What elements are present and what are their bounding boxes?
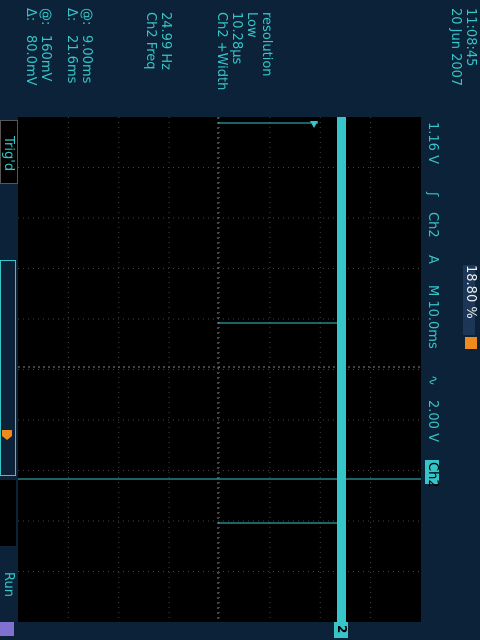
trigger-position-badge-icon xyxy=(465,337,477,349)
trigger-status: Trig'd xyxy=(1,136,16,172)
waveform-display[interactable] xyxy=(18,117,421,622)
record-overview xyxy=(0,260,16,476)
width-note-2: resolution xyxy=(259,12,274,77)
at-v: 160mV xyxy=(38,35,53,82)
trigger-position: 18.80 % xyxy=(463,265,478,319)
graticule xyxy=(18,117,421,622)
delta-v-symbol: Δ: xyxy=(23,8,38,22)
trigger-channel: Ch2 xyxy=(425,212,440,238)
trigger-level-arrow-icon xyxy=(310,121,318,128)
time: 11:08:45 xyxy=(463,8,478,67)
overview-window xyxy=(0,480,16,546)
width-label: Ch2 +Width xyxy=(214,12,229,91)
trigger-mode: A xyxy=(425,255,440,264)
timebase: M 10.0ms xyxy=(425,285,440,349)
at-v-symbol: @: xyxy=(38,8,53,26)
width-value: 10.28µs xyxy=(229,12,244,65)
volts-per-div: 2.00 V xyxy=(425,400,440,442)
acquire-indicator xyxy=(0,622,14,636)
delta-t: 21.6ms xyxy=(64,35,79,84)
date: 20 Jun 2007 xyxy=(448,8,463,87)
ch2-marker-label: 2 xyxy=(335,625,349,634)
run-status: Run xyxy=(1,572,16,597)
delta-v: 80.0mV xyxy=(23,35,38,86)
delta-t-symbol: Δ: xyxy=(64,8,79,22)
channel-label: Ch2 xyxy=(425,462,440,488)
at-t: 9.00ms xyxy=(79,35,94,84)
bandwidth-limit-icon: ∿ xyxy=(425,375,440,386)
trigger-level: 1.16 V xyxy=(425,122,440,164)
freq-value: 24.99 Hz xyxy=(158,12,173,70)
width-note-1: Low xyxy=(244,12,259,38)
at-t-symbol: @: xyxy=(79,8,94,26)
ch2-trace xyxy=(337,117,346,622)
trigger-slope-icon: ʃ xyxy=(425,192,440,197)
freq-label: Ch2 Freq xyxy=(143,12,158,70)
